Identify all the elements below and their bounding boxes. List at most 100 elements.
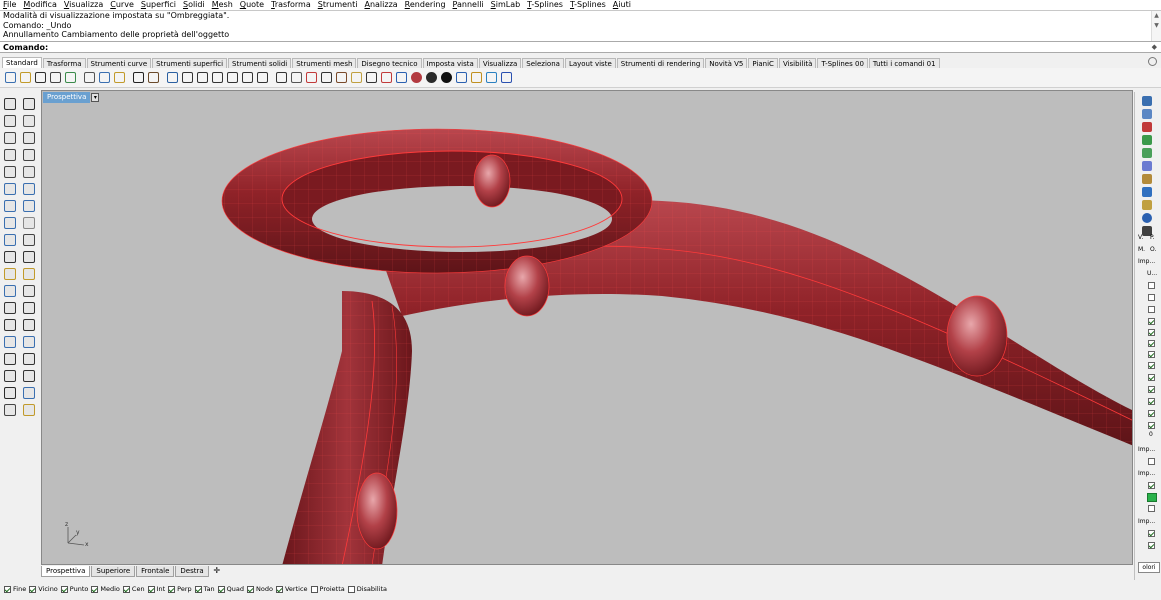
viewport-title[interactable]: Prospettiva ▾ (43, 92, 100, 103)
circle-icon[interactable] (2, 130, 17, 145)
properties-icon[interactable] (1142, 96, 1152, 106)
display-icon[interactable] (1142, 135, 1152, 145)
panel-checkbox[interactable] (1148, 422, 1155, 429)
new-file-icon[interactable] (4, 71, 17, 84)
menu-analizza[interactable]: Analizza (364, 0, 397, 10)
four-views-icon[interactable] (256, 71, 269, 84)
viewport-name[interactable]: Prospettiva (43, 92, 91, 103)
panel-checkbox[interactable] (1148, 340, 1155, 347)
tab-layout-viste[interactable]: Layout viste (564, 58, 616, 68)
curve-control-icon[interactable] (21, 113, 36, 128)
menu-rendering[interactable]: Rendering (405, 0, 446, 10)
osnap-medio[interactable]: Medio (91, 585, 120, 593)
osnap-quad[interactable]: Quad (217, 585, 244, 593)
menu-t-splines[interactable]: T-Splines (570, 0, 606, 10)
osnap-fine[interactable]: Fine (4, 585, 26, 593)
import-icon[interactable] (64, 71, 77, 84)
group-icon[interactable] (2, 334, 17, 349)
check-icon[interactable] (2, 385, 17, 400)
notes-icon[interactable] (1142, 174, 1152, 184)
explode-icon[interactable] (2, 283, 17, 298)
show-icon[interactable] (290, 71, 303, 84)
osnap-checkbox[interactable] (60, 585, 68, 593)
zoom-selected-icon[interactable] (226, 71, 239, 84)
text-icon[interactable] (21, 368, 36, 383)
osnap-checkbox[interactable] (168, 585, 176, 593)
osnap-checkbox[interactable] (147, 585, 155, 593)
surface-edge-icon[interactable] (21, 181, 36, 196)
tab-visualizza[interactable]: Visualizza (478, 58, 522, 68)
osnap-disabilita[interactable]: Disabilita (347, 585, 387, 593)
split-icon[interactable] (21, 249, 36, 264)
panel-checkbox[interactable] (1148, 351, 1155, 358)
osnap-vicino[interactable]: Vicino (29, 585, 58, 593)
print-icon[interactable] (49, 71, 62, 84)
select-arrow-icon[interactable] (2, 96, 17, 111)
viewport-tab-right[interactable]: Destra (175, 566, 209, 577)
lock-icon[interactable] (320, 71, 333, 84)
panel-checkbox[interactable] (1148, 410, 1155, 417)
menu-file[interactable]: File (3, 0, 16, 10)
panel-checkbox[interactable] (1148, 482, 1155, 489)
viewport-tab-perspective[interactable]: Prospettiva (41, 566, 91, 577)
help-icon[interactable] (500, 71, 513, 84)
menu-simlab[interactable]: SimLab (491, 0, 521, 10)
scroll-down-icon[interactable]: ▼ (1152, 21, 1161, 31)
osnap-checkbox[interactable] (194, 585, 202, 593)
osnap-checkbox[interactable] (247, 585, 255, 593)
tab-t-splines-00[interactable]: T-Splines 00 (817, 58, 868, 68)
panel-checkbox[interactable] (1148, 282, 1155, 289)
paste-icon[interactable] (113, 71, 126, 84)
dimension-icon[interactable] (2, 351, 17, 366)
panel-checkbox[interactable] (1148, 458, 1155, 465)
panel-checkbox[interactable] (1148, 386, 1155, 393)
ellipse-icon[interactable] (2, 164, 17, 179)
tab-strumenti-curve[interactable]: Strumenti curve (86, 58, 152, 68)
osnap-checkbox[interactable] (275, 585, 283, 593)
move-icon[interactable] (2, 300, 17, 315)
panel-checkbox[interactable] (1148, 374, 1155, 381)
osnap-vertice[interactable]: Vertice (275, 585, 308, 593)
osnap-checkbox[interactable] (347, 585, 355, 593)
save-icon[interactable] (34, 71, 47, 84)
osnap-proietta[interactable]: Proietta (310, 585, 345, 593)
layers-icon[interactable] (1142, 109, 1152, 119)
tabs-settings-icon[interactable] (1148, 57, 1157, 66)
menu-quote[interactable]: Quote (240, 0, 264, 10)
rotate-view-icon[interactable] (166, 71, 179, 84)
panel-checkbox[interactable] (1148, 398, 1155, 405)
grid-snap-icon[interactable] (485, 71, 498, 84)
rendered-sphere-icon[interactable] (410, 71, 423, 84)
undo-icon[interactable] (132, 71, 145, 84)
environment-icon[interactable] (1142, 161, 1152, 171)
history-scrollbar[interactable]: ▲ ▼ (1151, 11, 1161, 42)
osnap-tan[interactable]: Tan (194, 585, 215, 593)
menu-mesh[interactable]: Mesh (212, 0, 233, 10)
osnap-checkbox[interactable] (217, 585, 225, 593)
rectangle-icon[interactable] (2, 147, 17, 162)
viewport-tab-front[interactable]: Frontale (136, 566, 175, 577)
osnap-nodo[interactable]: Nodo (247, 585, 273, 593)
named-views-icon[interactable] (1142, 187, 1152, 197)
boolean-union-icon[interactable] (2, 266, 17, 281)
free-curve-icon[interactable] (21, 164, 36, 179)
scroll-up-icon[interactable]: ▲ (1152, 11, 1161, 21)
cplane-icon[interactable] (275, 71, 288, 84)
menu-t-splines[interactable]: T-Splines (527, 0, 563, 10)
boolean-diff-icon[interactable] (21, 266, 36, 281)
menu-strumenti[interactable]: Strumenti (318, 0, 358, 10)
panel-checkbox[interactable] (1148, 542, 1155, 549)
material-icon[interactable] (380, 71, 393, 84)
tab-disegno-tecnico[interactable]: Disegno tecnico (357, 58, 422, 68)
tab-seleziona[interactable]: Seleziona (522, 58, 564, 68)
ungroup-icon[interactable] (21, 334, 36, 349)
viewport-menu-icon[interactable]: ▾ (91, 93, 100, 102)
dimension-angle-icon[interactable] (21, 351, 36, 366)
tab-standard[interactable]: Standard (2, 57, 42, 68)
zoom-all-icon[interactable] (241, 71, 254, 84)
light-icon[interactable] (350, 71, 363, 84)
arc-icon[interactable] (21, 130, 36, 145)
paint-icon[interactable] (21, 402, 36, 417)
perspective-viewport[interactable]: Prospettiva ▾ z y x (41, 90, 1133, 565)
tab-imposta-vista[interactable]: Imposta vista (422, 58, 478, 68)
